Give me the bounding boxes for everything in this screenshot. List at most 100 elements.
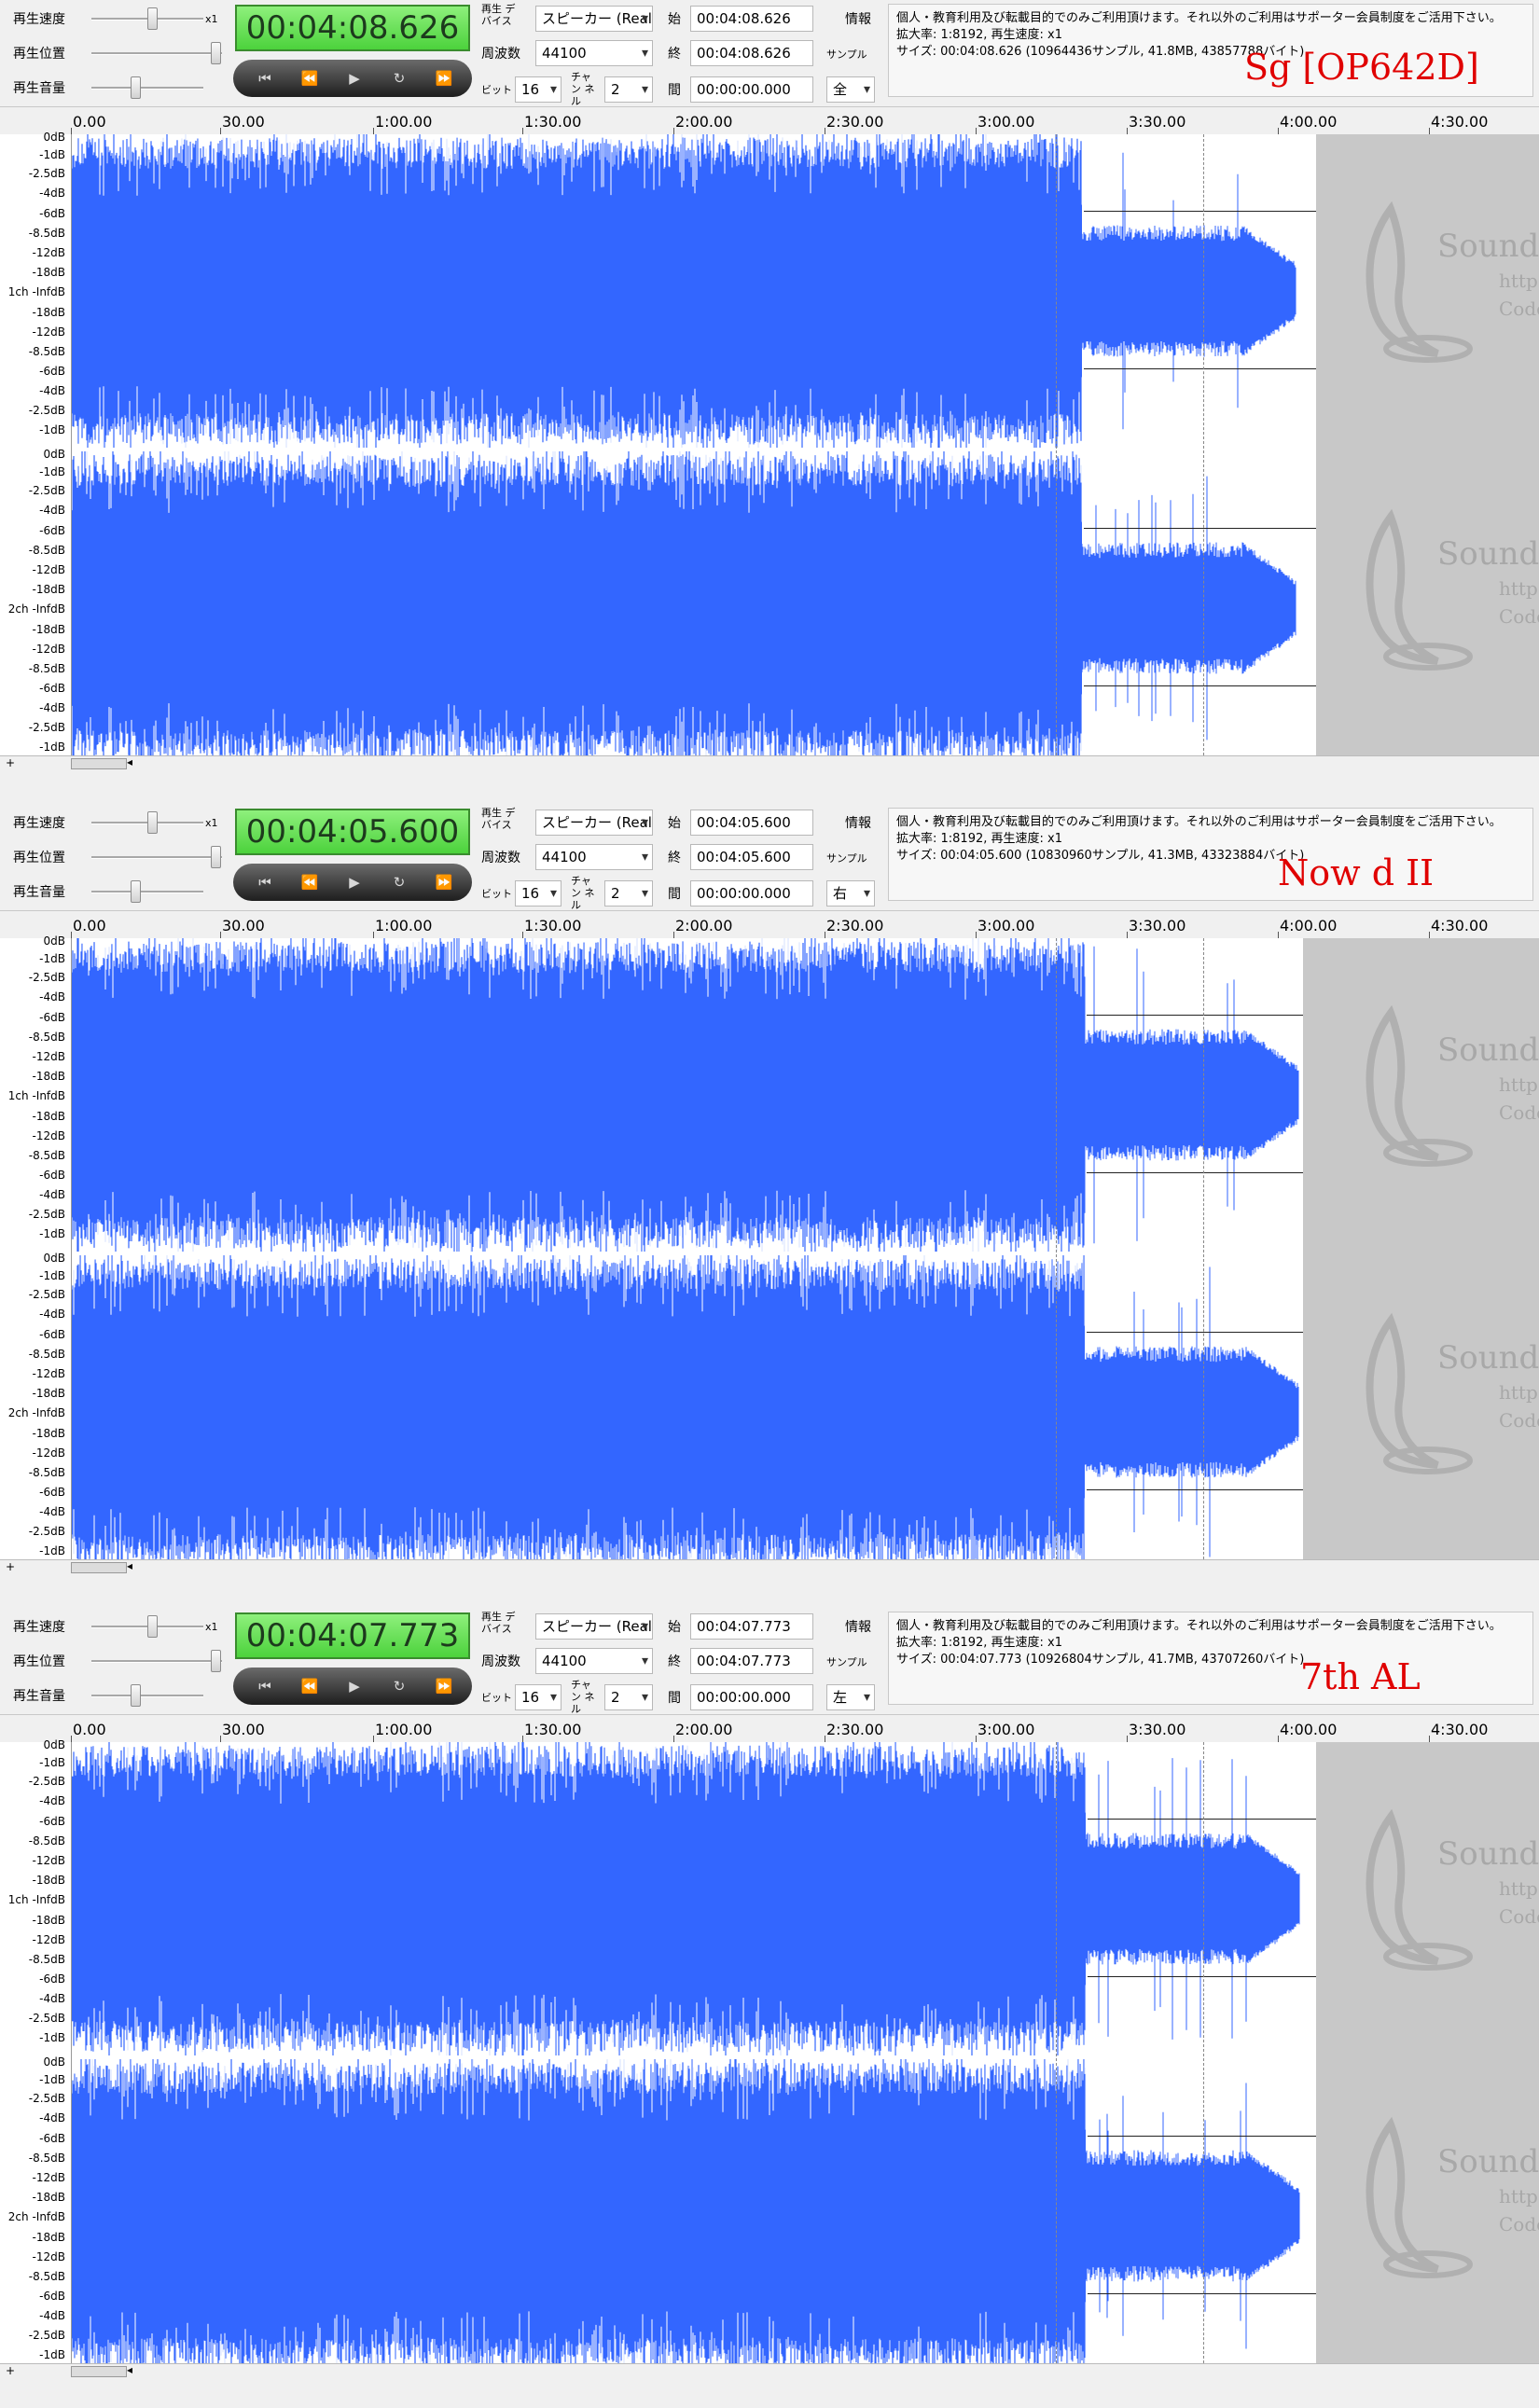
waveform-plot[interactable] xyxy=(72,938,1303,1575)
amplitude-axis: 0dB -1dB -2.5dB -4dB -6dB -8.5dB -12dB -18dB 1ch… xyxy=(0,131,72,773)
channel-view-select[interactable]: 左 xyxy=(826,1684,875,1710)
zoom-in-icon[interactable]: + xyxy=(6,1560,15,1573)
amplitude-label: -1dB xyxy=(39,740,65,754)
toolbar: 再生速度 再生位置 再生音量 x1 00:04:07.773 ⏮ ⏪ ▶ ↻ ⏩ 再生 デバイス スピ… xyxy=(0,1608,1539,1715)
scroll-left-icon[interactable]: ◂ xyxy=(127,1559,132,1572)
waveform-area[interactable]: 0dB -1dB -2.5dB -4dB -6dB -8.5dB -12dB -18dB 1ch… xyxy=(0,131,1539,773)
time-display: 00:04:07.773 xyxy=(235,1612,470,1659)
channel-select[interactable]: 2 xyxy=(604,76,653,103)
duration-field[interactable]: 00:00:00.000 xyxy=(690,1684,813,1710)
slider-thumb[interactable] xyxy=(211,1650,221,1672)
channel-1-waveform[interactable] xyxy=(72,134,1316,448)
horizontal-scrollbar[interactable]: + ◂ xyxy=(0,755,1539,771)
play-button[interactable]: ▶ xyxy=(334,63,375,93)
horizontal-scrollbar[interactable]: + ◂ xyxy=(0,1559,1539,1575)
waveform-core xyxy=(72,521,1082,695)
duration-field[interactable]: 00:00:00.000 xyxy=(690,76,813,103)
play-button[interactable]: ▶ xyxy=(334,867,375,897)
time-ruler[interactable]: 0.00 30.00 1:00.00 1:30.00 2:00.00 2:30.00 3:0… xyxy=(0,1714,1539,1743)
loop-icon: ↻ xyxy=(393,1678,406,1695)
channel-select[interactable]: 2 xyxy=(604,1684,653,1710)
waveform-area[interactable]: 0dB -1dB -2.5dB -4dB -6dB -8.5dB -12dB -18dB 1ch… xyxy=(0,934,1539,1577)
start-time-field[interactable]: 00:04:05.600 xyxy=(690,810,813,836)
bit-select[interactable]: 16 xyxy=(515,1684,562,1710)
end-time-field[interactable]: 00:04:07.773 xyxy=(690,1648,813,1674)
bit-select[interactable]: 16 xyxy=(515,880,562,906)
speed-slider[interactable] xyxy=(91,1615,203,1638)
position-slider[interactable] xyxy=(91,1650,222,1672)
speed-slider[interactable] xyxy=(91,811,203,834)
duration-field[interactable]: 00:00:00.000 xyxy=(690,880,813,906)
device-select[interactable]: スピーカー (Realt xyxy=(535,1613,653,1640)
slider-thumb[interactable] xyxy=(211,42,221,64)
channel-1-waveform[interactable] xyxy=(72,938,1303,1252)
scroll-thumb[interactable] xyxy=(71,2366,127,2377)
zoom-in-icon[interactable]: + xyxy=(6,2364,15,2377)
skip-start-button[interactable]: ⏮ xyxy=(244,63,285,93)
device-select[interactable]: スピーカー (Realt xyxy=(535,6,653,32)
ruler-tick-label: 4:00.00 xyxy=(1280,1721,1338,1738)
fast-forward-button[interactable]: ⏩ xyxy=(423,1671,464,1701)
channel-2-waveform[interactable] xyxy=(72,2059,1316,2373)
freq-select[interactable]: 44100 xyxy=(535,40,653,66)
rewind-button[interactable]: ⏪ xyxy=(289,867,330,897)
amplitude-label: 0dB xyxy=(43,934,65,948)
slider-thumb[interactable] xyxy=(147,7,158,30)
end-time-field[interactable]: 00:04:08.626 xyxy=(690,40,813,66)
horizontal-scrollbar[interactable]: + ◂ xyxy=(0,2363,1539,2379)
scroll-left-icon[interactable]: ◂ xyxy=(127,755,132,768)
zoom-in-icon[interactable]: + xyxy=(6,756,15,769)
skip-start-icon: ⏮ xyxy=(258,874,271,891)
fast-forward-button[interactable]: ⏩ xyxy=(423,63,464,93)
watermark-code: Code xyxy=(1499,1409,1539,1432)
ruler-tick-label: 2:30.00 xyxy=(826,917,884,934)
rewind-button[interactable]: ⏪ xyxy=(289,1671,330,1701)
speed-slider[interactable] xyxy=(91,7,203,30)
channel-2-waveform[interactable] xyxy=(72,451,1316,765)
bit-select[interactable]: 16 xyxy=(515,76,562,103)
skip-start-button[interactable]: ⏮ xyxy=(244,867,285,897)
amplitude-label: -1dB xyxy=(39,2073,65,2086)
volume-slider[interactable] xyxy=(91,76,203,99)
channel-view-select[interactable]: 右 xyxy=(826,880,875,906)
fast-forward-button[interactable]: ⏩ xyxy=(423,867,464,897)
waveform-plot[interactable] xyxy=(72,1742,1316,2379)
start-time-field[interactable]: 00:04:08.626 xyxy=(690,6,813,32)
amplitude-label: -6dB xyxy=(39,1972,65,1986)
start-time-field[interactable]: 00:04:07.773 xyxy=(690,1613,813,1640)
slider-thumb[interactable] xyxy=(147,811,158,834)
channel-label: チャン ネル xyxy=(571,875,595,911)
scroll-left-icon[interactable]: ◂ xyxy=(127,2363,132,2376)
amplitude-label: -8.5dB xyxy=(28,227,65,240)
waveform-plot[interactable] xyxy=(72,134,1316,771)
rewind-button[interactable]: ⏪ xyxy=(289,63,330,93)
slider-thumb[interactable] xyxy=(131,76,141,99)
scroll-thumb[interactable] xyxy=(71,1562,127,1573)
loop-button[interactable]: ↻ xyxy=(379,63,420,93)
loop-button[interactable]: ↻ xyxy=(379,867,420,897)
channel-select[interactable]: 2 xyxy=(604,880,653,906)
channel-1-waveform[interactable] xyxy=(72,1742,1316,2055)
play-button[interactable]: ▶ xyxy=(334,1671,375,1701)
channel-view-select[interactable]: 全 xyxy=(826,76,875,103)
waveform-area[interactable]: 0dB -1dB -2.5dB -4dB -6dB -8.5dB -12dB -18dB 1ch… xyxy=(0,1738,1539,2381)
position-slider[interactable] xyxy=(91,42,222,64)
info-notice: 個人・教育利用及び転載目的でのみご利用頂けます。それ以外のご利用はサポーター会員… xyxy=(896,1619,1502,1633)
freq-select[interactable]: 44100 xyxy=(535,844,653,870)
slider-thumb[interactable] xyxy=(131,880,141,903)
slider-thumb[interactable] xyxy=(147,1615,158,1638)
volume-slider[interactable] xyxy=(91,880,203,903)
channel-2-waveform[interactable] xyxy=(72,1255,1303,1569)
device-select[interactable]: スピーカー (Realt xyxy=(535,810,653,836)
volume-slider[interactable] xyxy=(91,1684,203,1707)
slider-thumb[interactable] xyxy=(211,846,221,868)
time-ruler[interactable]: 0.00 30.00 1:00.00 1:30.00 2:00.00 2:30.00 3:0… xyxy=(0,910,1539,939)
position-slider[interactable] xyxy=(91,846,222,868)
loop-button[interactable]: ↻ xyxy=(379,1671,420,1701)
skip-start-button[interactable]: ⏮ xyxy=(244,1671,285,1701)
scroll-thumb[interactable] xyxy=(71,758,127,769)
time-ruler[interactable]: 0.00 30.00 1:00.00 1:30.00 2:00.00 2:30.00 3:0… xyxy=(0,106,1539,135)
freq-select[interactable]: 44100 xyxy=(535,1648,653,1674)
end-time-field[interactable]: 00:04:05.600 xyxy=(690,844,813,870)
slider-thumb[interactable] xyxy=(131,1684,141,1707)
